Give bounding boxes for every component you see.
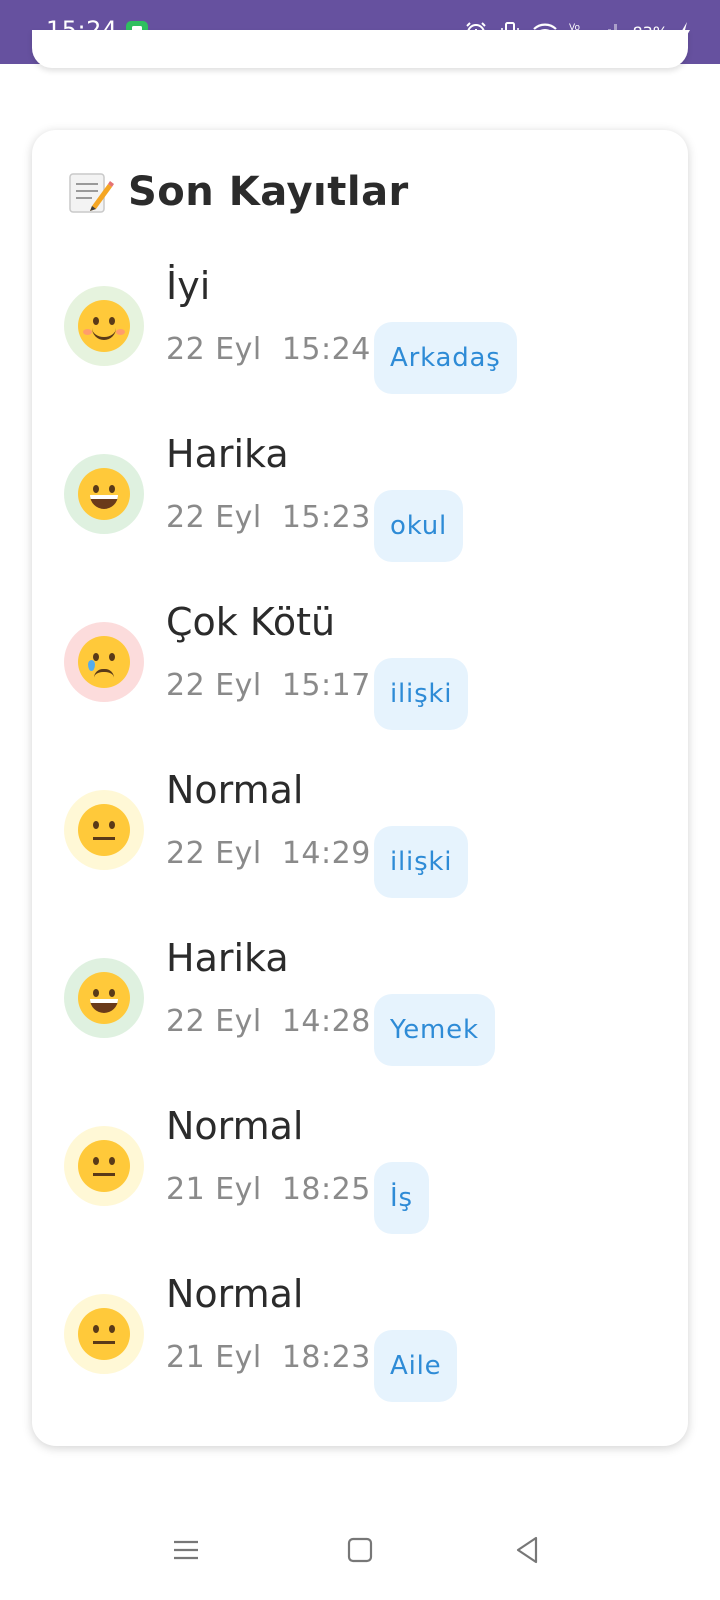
entry-row[interactable]: Normal 21 Eyl 18:23 Aile [32, 1258, 688, 1426]
neutral-face-icon [78, 1140, 130, 1192]
category-tag: okul [374, 490, 464, 562]
entry-date: 22 Eyl [166, 500, 262, 535]
entry-row[interactable]: Harika 22 Eyl 15:23 okul [32, 418, 688, 586]
entry-date: 22 Eyl [166, 836, 262, 871]
mood-label: Harika [166, 432, 289, 476]
category-tag: İş [374, 1162, 429, 1234]
entry-row[interactable]: Normal 21 Eyl 18:25 İş [32, 1090, 688, 1258]
grinning-face-icon [78, 468, 130, 520]
entry-datetime: 22 Eyl 14:29 [166, 836, 371, 871]
mood-label: İyi [166, 264, 211, 308]
recent-entries-card: Son Kayıtlar İyi 22 Eyl 15:24 Arkadaş Harik… [32, 130, 688, 1446]
entry-date: 21 Eyl [166, 1172, 262, 1207]
card-title: Son Kayıtlar [128, 169, 409, 215]
mood-avatar [64, 958, 144, 1038]
entry-time: 14:28 [281, 1004, 371, 1039]
mood-avatar [64, 1126, 144, 1206]
entry-time: 14:29 [281, 836, 371, 871]
mood-label: Çok Kötü [166, 600, 336, 644]
entry-date: 21 Eyl [166, 1340, 262, 1375]
mood-label: Normal [166, 1104, 304, 1148]
entry-row[interactable]: Çok Kötü 22 Eyl 15:17 ilişki [32, 586, 688, 754]
entries-list: İyi 22 Eyl 15:24 Arkadaş Harika 22 Eyl 15:23… [32, 250, 688, 1426]
mood-label: Normal [166, 1272, 304, 1316]
entry-time: 15:24 [281, 332, 371, 367]
mood-avatar [64, 622, 144, 702]
crying-face-icon [78, 636, 130, 688]
entry-time: 18:25 [281, 1172, 371, 1207]
previous-card-edge [32, 30, 688, 68]
entry-datetime: 22 Eyl 15:17 [166, 668, 371, 703]
navigation-bar [0, 1490, 720, 1600]
memo-icon [69, 173, 114, 213]
back-icon[interactable] [508, 1530, 548, 1570]
category-tag: ilişki [374, 658, 469, 730]
category-tag: Yemek [374, 994, 495, 1066]
entry-datetime: 22 Eyl 15:23 [166, 500, 371, 535]
mood-avatar [64, 286, 144, 366]
mood-avatar [64, 454, 144, 534]
entry-date: 22 Eyl [166, 668, 262, 703]
card-header: Son Kayıtlar [66, 168, 409, 216]
category-tag: Aile [374, 1330, 458, 1402]
home-icon[interactable] [340, 1530, 380, 1570]
smiling-face-icon [78, 300, 130, 352]
entry-row[interactable]: Normal 22 Eyl 14:29 ilişki [32, 754, 688, 922]
neutral-face-icon [78, 804, 130, 856]
entry-row[interactable]: İyi 22 Eyl 15:24 Arkadaş [32, 250, 688, 418]
mood-label: Harika [166, 936, 289, 980]
entry-time: 18:23 [281, 1340, 371, 1375]
entry-datetime: 22 Eyl 14:28 [166, 1004, 371, 1039]
mood-avatar [64, 790, 144, 870]
neutral-face-icon [78, 1308, 130, 1360]
entry-date: 22 Eyl [166, 1004, 262, 1039]
category-tag: ilişki [374, 826, 469, 898]
entry-row[interactable]: Harika 22 Eyl 14:28 Yemek [32, 922, 688, 1090]
mood-avatar [64, 1294, 144, 1374]
entry-datetime: 21 Eyl 18:25 [166, 1172, 371, 1207]
entry-time: 15:17 [281, 668, 371, 703]
menu-icon[interactable] [166, 1530, 206, 1570]
grinning-face-icon [78, 972, 130, 1024]
entry-datetime: 21 Eyl 18:23 [166, 1340, 371, 1375]
mood-label: Normal [166, 768, 304, 812]
category-tag: Arkadaş [374, 322, 517, 394]
entry-datetime: 22 Eyl 15:24 [166, 332, 371, 367]
entry-time: 15:23 [281, 500, 371, 535]
entry-date: 22 Eyl [166, 332, 262, 367]
